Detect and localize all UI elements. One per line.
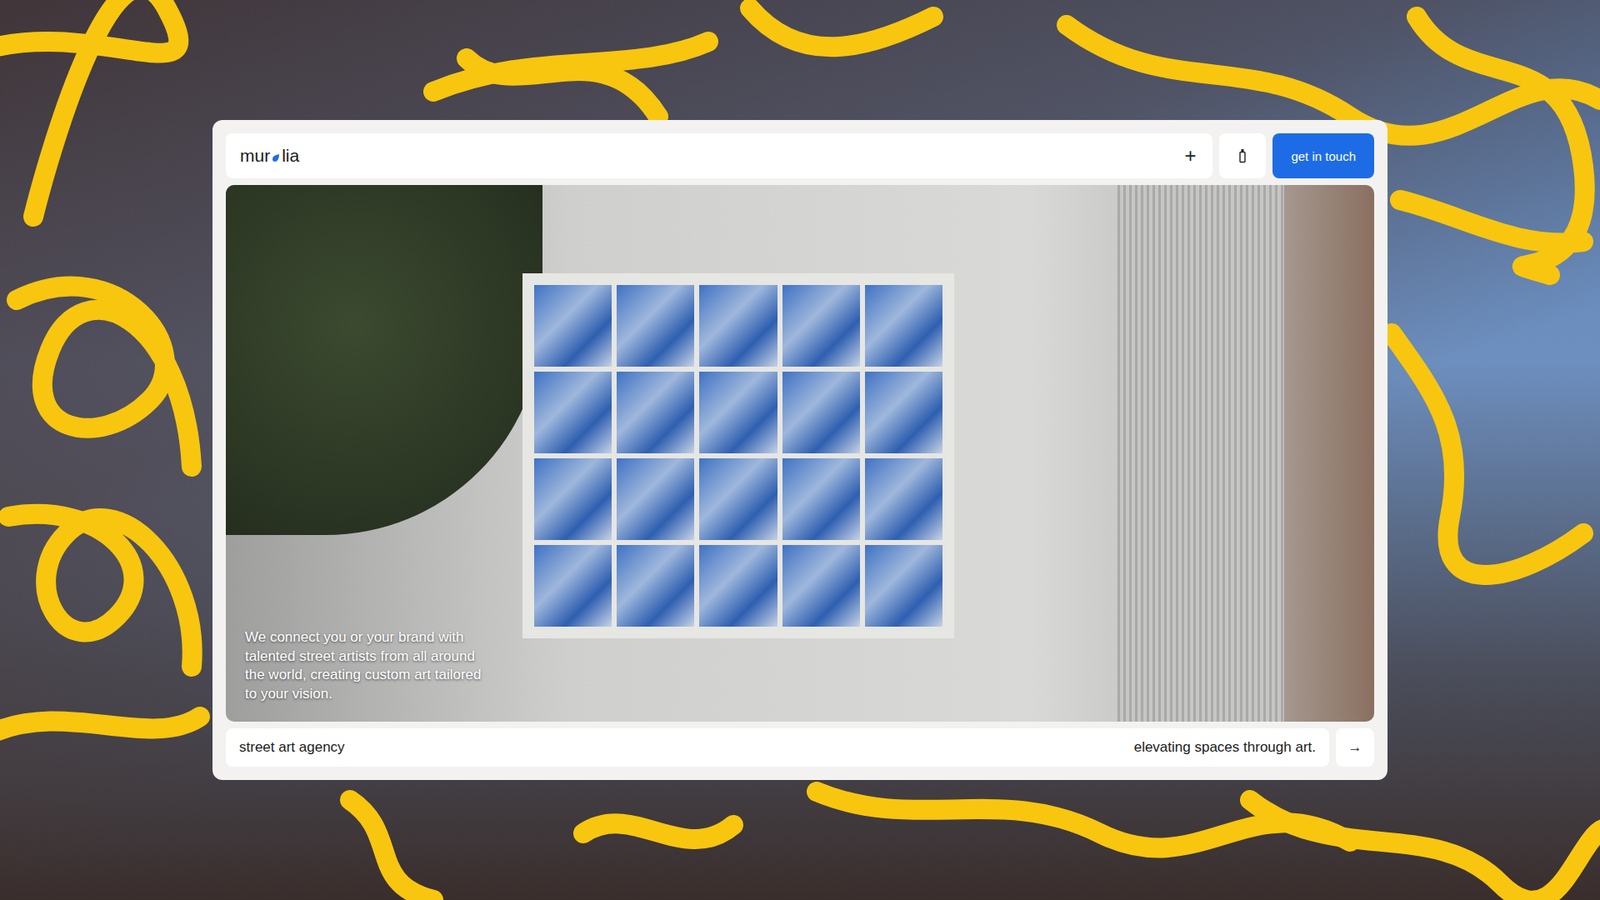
mural-tile	[699, 545, 777, 627]
mural-tile	[865, 458, 943, 540]
mural-tile	[699, 285, 777, 367]
spray-can-button[interactable]	[1219, 133, 1266, 179]
tagline: elevating spaces through art.	[1134, 739, 1316, 756]
mural-tile	[616, 371, 695, 454]
get-in-touch-button[interactable]: get in touch	[1272, 133, 1375, 179]
hero-image: We connect you or your brand with talent…	[225, 185, 1375, 722]
nav-main-bar: murlia +	[225, 133, 1213, 179]
mural-tile	[699, 458, 777, 540]
mural-tile	[616, 285, 695, 367]
logo-text-start: mur	[240, 145, 270, 166]
mural-tile	[534, 371, 612, 454]
navbar: murlia + get in touch	[225, 133, 1375, 179]
mural-tile	[782, 458, 860, 540]
mural-tile	[865, 371, 943, 454]
trees-area	[225, 185, 543, 535]
mural-tile	[616, 545, 695, 627]
mural-tile	[534, 458, 612, 540]
mural-tile	[865, 285, 943, 367]
mural-tile	[782, 545, 860, 627]
bottom-bar: street art agency elevating spaces throug…	[225, 728, 1375, 767]
mural-tile	[699, 371, 777, 454]
mural-tile	[782, 371, 860, 454]
tagline-bar: street art agency elevating spaces throug…	[225, 728, 1330, 767]
logo[interactable]: murlia	[240, 145, 300, 166]
next-arrow-button[interactable]: →	[1335, 728, 1375, 767]
mural-tile	[782, 285, 860, 367]
logo-text-end: lia	[281, 145, 300, 166]
mural-artwork	[522, 273, 955, 639]
roof-area	[1117, 185, 1285, 722]
menu-plus-button[interactable]: +	[1184, 145, 1196, 166]
mural-tile	[534, 285, 612, 367]
hero-card: murlia + get in touch We connect you or you…	[212, 120, 1388, 780]
mural-tile	[534, 545, 612, 627]
agency-label: street art agency	[239, 739, 345, 756]
mural-tile	[616, 458, 695, 540]
page: murlia + get in touch We connect you or you…	[0, 0, 1600, 900]
mural-tile	[865, 545, 943, 627]
hero-caption: We connect you or your brand with talent…	[245, 628, 495, 704]
logo-drop-icon	[270, 151, 281, 164]
spray-can-icon	[1238, 148, 1247, 164]
